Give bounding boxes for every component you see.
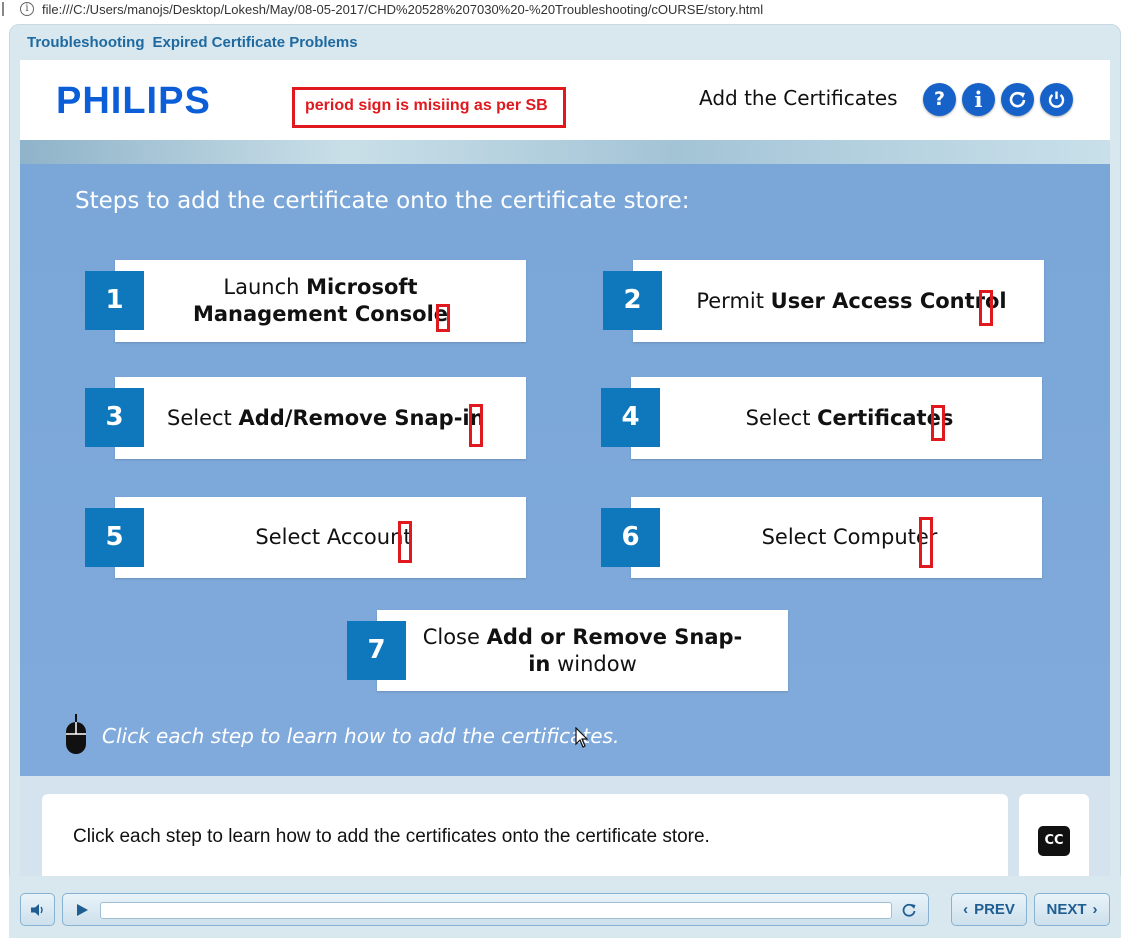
step-4-text: Select <box>745 405 818 430</box>
step-7-label: Close Add or Remove Snap-in window <box>417 610 748 691</box>
power-icon <box>1048 91 1065 108</box>
step-3-text: Select <box>167 405 239 430</box>
next-label: NEXT <box>1046 901 1087 918</box>
step-6-text: Select Computer <box>761 525 938 549</box>
chevron-left-icon: ‹ <box>963 901 969 918</box>
prev-button[interactable]: ‹ PREV <box>951 893 1027 926</box>
step-7-number: 7 <box>347 621 406 680</box>
info-icon: i <box>974 87 983 112</box>
step-1-text: Launch <box>223 275 307 299</box>
step-5[interactable]: 5 Select Account <box>85 497 526 578</box>
step-1[interactable]: 1 Launch Microsoft Management Console <box>85 260 526 342</box>
review-annotation: period sign is misiing as per SB <box>292 87 566 128</box>
progress-track[interactable] <box>100 902 892 919</box>
review-annotation-text: period sign is misiing as per SB <box>305 97 548 114</box>
cc-icon: CC <box>1044 833 1064 848</box>
missing-period-marker-6 <box>919 517 933 568</box>
speaker-icon <box>30 903 43 916</box>
step-4-number: 4 <box>601 388 660 447</box>
info-button[interactable]: i <box>962 83 995 116</box>
mouse-pointer-icon <box>575 727 589 748</box>
player-controls: ‹ PREV NEXT › <box>9 876 1121 938</box>
header-banner <box>20 140 1110 164</box>
help-icon: ? <box>933 88 946 110</box>
steps-area: Steps to add the certificate onto the ce… <box>20 164 1110 776</box>
next-button[interactable]: NEXT › <box>1034 893 1110 926</box>
caption-text: Click each step to learn how to add the … <box>73 826 710 847</box>
missing-period-marker-4 <box>931 405 945 441</box>
course-title: Troubleshooting Expired Certificate Probl… <box>27 34 358 51</box>
step-2-bold: User Access Control <box>770 288 1007 313</box>
step-7-text-end: window <box>550 651 637 676</box>
address-url[interactable]: file:///C:/Users/manojs/Desktop/Lokesh/M… <box>42 2 763 17</box>
step-5-number: 5 <box>85 508 144 567</box>
step-6-number: 6 <box>601 508 660 567</box>
replay-button[interactable] <box>1001 83 1034 116</box>
mouse-icon <box>66 714 86 754</box>
replay-small-icon[interactable] <box>901 902 917 918</box>
help-button[interactable]: ? <box>923 83 956 116</box>
cc-panel: CC <box>1019 794 1089 876</box>
step-3-number: 3 <box>85 388 144 447</box>
course-title-part2: Expired Certificate Problems <box>152 34 358 51</box>
step-7[interactable]: 7 Close Add or Remove Snap-in window <box>347 610 788 691</box>
step-7-text: Close <box>422 624 487 649</box>
step-2-number: 2 <box>603 271 662 330</box>
slide: PHILIPS period sign is misiing as per SB… <box>20 60 1110 776</box>
exit-button[interactable] <box>1040 83 1073 116</box>
volume-button[interactable] <box>20 893 55 926</box>
seekbar <box>62 893 929 926</box>
step-1-number: 1 <box>85 271 144 330</box>
caption-panel: Click each step to learn how to add the … <box>20 776 1110 876</box>
browser-address-bar[interactable]: i file:///C:/Users/manojs/Desktop/Lokesh… <box>0 0 1130 18</box>
slide-header: PHILIPS period sign is misiing as per SB… <box>20 60 1110 140</box>
replay-icon <box>1009 91 1026 108</box>
step-3[interactable]: 3 Select Add/Remove Snap-in <box>85 377 526 459</box>
step-3-label: Select Add/Remove Snap-in <box>145 377 522 459</box>
step-3-bold: Add/Remove Snap-in <box>238 405 485 430</box>
step-2-text: Permit <box>696 288 771 313</box>
course-title-part1: Troubleshooting <box>27 34 145 51</box>
missing-period-marker-1 <box>436 304 450 332</box>
play-icon[interactable] <box>75 903 89 917</box>
step-5-label: Select Account <box>145 497 522 578</box>
step-4[interactable]: 4 Select Certificates <box>601 377 1042 459</box>
philips-logo: PHILIPS <box>56 80 211 122</box>
steps-intro: Steps to add the certificate onto the ce… <box>75 188 690 214</box>
site-info-icon[interactable]: i <box>20 2 34 16</box>
step-5-text: Select Account <box>255 525 412 549</box>
missing-period-marker-2 <box>979 290 993 326</box>
missing-period-marker-3 <box>469 404 483 447</box>
prev-label: PREV <box>974 901 1015 918</box>
hint-text: Click each step to learn how to add the … <box>102 724 620 748</box>
chevron-right-icon: › <box>1092 901 1098 918</box>
step-4-label: Select Certificates <box>661 377 1038 459</box>
missing-period-marker-5 <box>398 521 412 563</box>
step-6-label: Select Computer <box>661 497 1038 578</box>
closed-captions-button[interactable]: CC <box>1038 826 1070 856</box>
browser-edge <box>0 2 4 16</box>
caption-box: Click each step to learn how to add the … <box>42 794 1008 876</box>
slide-title: Add the Certificates <box>699 86 898 110</box>
step-6[interactable]: 6 Select Computer <box>601 497 1042 578</box>
